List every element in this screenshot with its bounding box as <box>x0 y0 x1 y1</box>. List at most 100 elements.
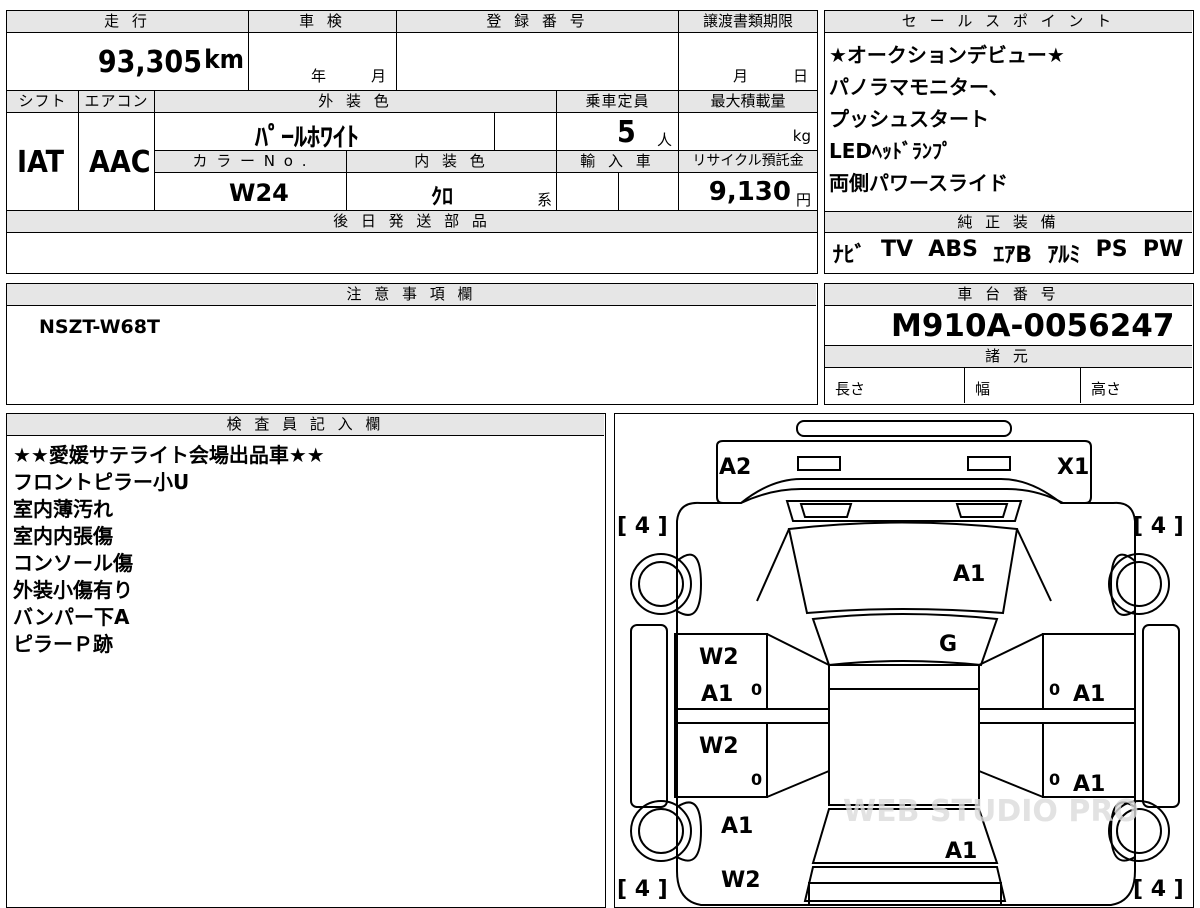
registration-cell <box>397 33 679 91</box>
capacity-unit: 人 <box>657 131 673 149</box>
mileage-cell: 93,305 km <box>7 33 249 91</box>
interior-color-value: ｸﾛ <box>431 185 454 210</box>
specs-header: 諸 元 <box>825 346 1192 368</box>
inspector-header: 検 査 員 記 入 欄 <box>7 414 604 436</box>
mileage-unit: km <box>204 45 244 75</box>
left-side-step <box>630 624 668 808</box>
mark-left-front-door-zero: 0 <box>751 680 762 699</box>
shift-header: シフト <box>7 91 79 113</box>
genuine-equipment-header: 純 正 装 備 <box>825 211 1192 233</box>
front-bumper <box>716 440 1092 504</box>
length-label: 長さ <box>835 380 866 398</box>
later-parts-cell <box>7 233 817 273</box>
equipment-ps: PS <box>1095 237 1128 262</box>
width-cell: 幅 <box>965 368 1081 403</box>
aircon-value: AAC <box>89 145 151 180</box>
roof <box>828 664 980 806</box>
mark-left-front-door-1: W2 <box>699 645 739 670</box>
equipment-alloy: ｱﾙﾐ <box>1047 243 1081 268</box>
spec-table: 走 行 車 検 登 録 番 号 譲渡書類期限 93,305 km 年 月 月 日… <box>6 10 818 274</box>
aircon-cell: AAC <box>79 113 155 211</box>
chassis-header: 車 台 番 号 <box>825 284 1192 306</box>
front-bumper-top <box>796 420 1012 437</box>
shift-value: IAT <box>17 145 65 180</box>
equipment-pw: PW <box>1142 237 1184 262</box>
equipment-tv: TV <box>880 237 913 262</box>
tire-tread-rear-right: [ 4 ] <box>1133 877 1184 902</box>
inspector-line: 外装小傷有り <box>13 578 133 602</box>
recycle-header: リサイクル預託金 <box>679 151 817 173</box>
equipment-airbag: ｴｱB <box>993 243 1033 268</box>
color-no-cell: W24 <box>155 173 347 211</box>
transfer-day-label: 日 <box>793 67 809 85</box>
registration-header: 登 録 番 号 <box>397 11 679 33</box>
width-label: 幅 <box>975 380 991 398</box>
watermark: WEB STUDIO PRO <box>843 794 1139 829</box>
aircon-header: エアコン <box>79 91 155 113</box>
mark-roof-rear: A1 <box>945 839 977 864</box>
right-mid-strip <box>978 708 1136 724</box>
capacity-value: 5 <box>617 115 636 150</box>
inspector-line: フロントピラー小U <box>13 470 190 494</box>
shaken-cell: 年 月 <box>249 33 397 91</box>
mark-front-right: X1 <box>1057 455 1089 480</box>
interior-color-suffix: 系 <box>537 191 553 209</box>
exterior-color-cell: ﾊﾟｰﾙﾎﾜｲﾄ <box>155 113 495 151</box>
sales-points-panel: セ ー ル ス ポ イ ン ト ★オークションデビュー★ パノラマモニター、 プ… <box>824 10 1194 274</box>
windshield <box>811 613 999 667</box>
color-no-header: カ ラ ー N o . <box>155 151 347 173</box>
inspector-line: バンパー下A <box>13 605 130 629</box>
mark-right-front-door-zero: 0 <box>1049 680 1060 699</box>
max-load-unit: kg <box>792 127 811 145</box>
body-outline <box>676 488 1136 906</box>
inspector-line: ★★愛媛サテライト会場出品車★★ <box>13 443 325 467</box>
length-cell: 長さ <box>825 368 965 403</box>
import-cell-2 <box>619 173 679 211</box>
height-label: 高さ <box>1091 380 1122 398</box>
inspector-line: 室内薄汚れ <box>13 497 113 521</box>
mark-windshield: G <box>939 632 957 657</box>
headlamp-right <box>967 456 1011 471</box>
shaken-header: 車 検 <box>249 11 397 33</box>
interior-color-cell: ｸﾛ 系 <box>347 173 557 211</box>
chassis-panel: 車 台 番 号 M910A-0056247 諸 元 長さ 幅 高さ <box>824 283 1194 405</box>
sales-point-item: パノラマモニター、 <box>829 75 1009 99</box>
mark-left-rear-door-zero: 0 <box>751 770 762 789</box>
import-header: 輸 入 車 <box>557 151 679 173</box>
right-side-step <box>1142 624 1180 808</box>
inspector-line: 室内内張傷 <box>13 524 113 548</box>
shaken-year-label: 年 <box>311 67 327 85</box>
transfer-deadline-cell: 月 日 <box>679 33 817 91</box>
left-mid-strip <box>674 708 830 724</box>
mark-left-rear-quarter: A1 <box>721 814 753 839</box>
mileage-header: 走 行 <box>7 11 249 33</box>
car-diagram: [ 4 ] [ 4 ] [ 4 ] [ 4 ] A2 X1 A1 G W2 A1… <box>617 420 1184 906</box>
headlamp-left <box>797 456 841 471</box>
equipment-navi: ﾅﾋﾞ <box>832 243 866 268</box>
sales-point-item: プッシュスタート <box>829 107 989 131</box>
sales-point-item: 両側パワースライド <box>829 171 1008 195</box>
shift-cell: IAT <box>7 113 79 211</box>
notes-text: NSZT-W68T <box>39 316 160 338</box>
transfer-deadline-header: 譲渡書類期限 <box>679 11 817 33</box>
tire-tread-front-left: [ 4 ] <box>617 514 668 539</box>
genuine-equipment-list: ﾅﾋﾞ TV ABS ｴｱB ｱﾙﾐ PS PW <box>825 237 1191 269</box>
later-parts-header: 後 日 発 送 部 品 <box>7 211 817 233</box>
chassis-number: M910A-0056247 <box>891 308 1175 344</box>
tire-tread-rear-left: [ 4 ] <box>617 877 668 902</box>
mark-left-front-door-2: A1 <box>701 682 733 707</box>
mark-rear-left-lower: W2 <box>721 868 761 893</box>
exterior-color-value: ﾊﾟｰﾙﾎﾜｲﾄ <box>255 123 360 151</box>
recycle-value: 9,130 <box>708 177 791 207</box>
mark-front-left: A2 <box>719 455 751 480</box>
notes-panel: 注 意 事 項 欄 NSZT-W68T <box>6 283 818 405</box>
capacity-cell: 5 人 <box>557 113 679 151</box>
sales-point-item: ★オークションデビュー★ <box>829 43 1065 67</box>
mark-left-rear-door: W2 <box>699 734 739 759</box>
exterior-color-header: 外 装 色 <box>155 91 557 113</box>
max-load-cell: kg <box>679 113 817 151</box>
sales-points-list: ★オークションデビュー★ パノラマモニター、 プッシュスタート LEDﾍｯﾄﾞﾗ… <box>825 39 1191 199</box>
mark-right-front-door: A1 <box>1073 682 1105 707</box>
chassis-number-cell: M910A-0056247 <box>825 306 1192 346</box>
equipment-abs: ABS <box>928 237 978 262</box>
